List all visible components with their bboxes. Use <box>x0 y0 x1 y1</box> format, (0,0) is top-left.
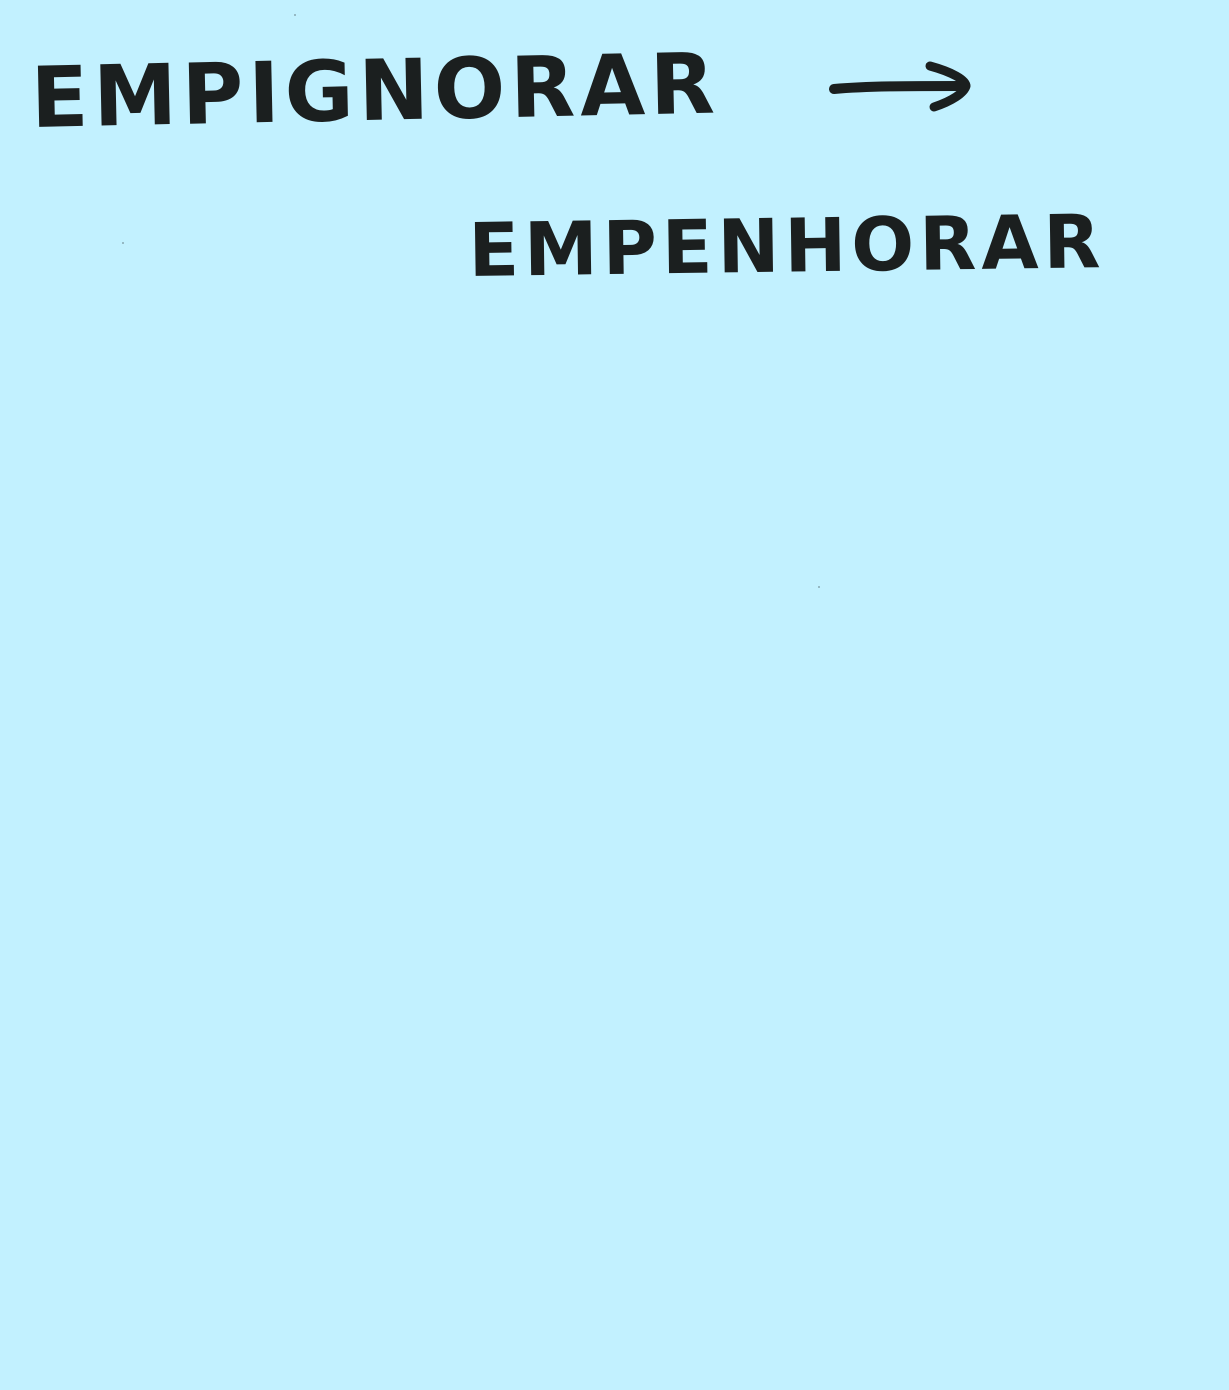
paper-speck <box>122 242 124 244</box>
paper-speck <box>818 586 820 588</box>
handwritten-word-empignorar: EMPIGNORAR <box>29 34 721 147</box>
right-arrow-icon <box>829 61 971 112</box>
sticky-note: EMPIGNORAR EMPENHORAR <box>0 0 1229 1390</box>
handwritten-word-empenhorar: EMPENHORAR <box>467 199 1107 294</box>
paper-speck <box>294 14 296 16</box>
